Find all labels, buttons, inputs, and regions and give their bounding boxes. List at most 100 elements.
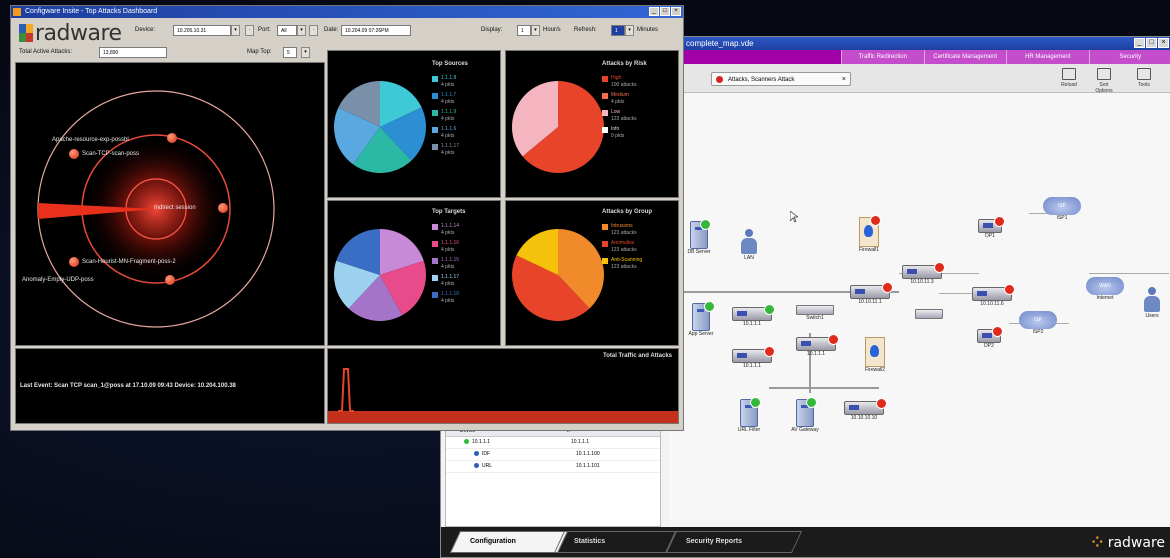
close-button[interactable]: ×: [1158, 38, 1169, 48]
radar-attack-label: Scan-TCP-scan-poss: [82, 151, 140, 157]
r6-node[interactable]: 10.10.10.10: [839, 398, 889, 421]
tree-row[interactable]: URL 10.1.1.101: [446, 461, 660, 473]
firewall1-node[interactable]: Firewall1: [849, 215, 889, 253]
r4-node[interactable]: [909, 309, 949, 319]
display-select[interactable]: 1: [517, 25, 531, 36]
minutes-label: Minutes: [637, 27, 659, 33]
x1-node[interactable]: 10.10.11.1: [845, 282, 895, 305]
node-label: Internet: [1096, 295, 1114, 301]
users-node[interactable]: Users: [1135, 287, 1169, 319]
tree-row[interactable]: IDF 10.1.1.100: [446, 449, 660, 461]
firewall2-node[interactable]: Firewall2: [855, 337, 895, 373]
tools-button[interactable]: Tools: [1131, 68, 1157, 90]
tab-statistics[interactable]: Statistics: [553, 531, 677, 553]
r2-node[interactable]: 10.1.1.1: [727, 346, 777, 369]
alert-dot-icon: [716, 76, 723, 83]
tab-configuration[interactable]: Configuration: [449, 531, 569, 553]
radware-logo: radware: [19, 21, 122, 46]
tab-security-reports[interactable]: Security Reports: [665, 531, 803, 553]
map-top-select[interactable]: 5: [283, 47, 297, 58]
dashboard-controls: radware Device: 10.205.10.31 ▾ · Port: A…: [11, 18, 683, 46]
menu-hr-management[interactable]: HR Management: [1006, 50, 1089, 64]
close-button[interactable]: ×: [671, 7, 681, 16]
legend-text: 1.1.1.17 4 pkts: [441, 274, 459, 288]
menu-traffic-redirection[interactable]: Traffic Redirection: [841, 50, 924, 64]
sort-options-button[interactable]: Sort Options: [1091, 68, 1117, 94]
legend-item: 1.1.1.14 4 pkts: [432, 223, 459, 237]
legend-swatch: [432, 110, 438, 116]
lan-node[interactable]: LAN: [729, 229, 769, 261]
legend-item: 1.1.1.17 4 pkts: [432, 274, 459, 288]
attack-marker[interactable]: [69, 257, 79, 267]
legend-sub: 4 pkts: [441, 264, 455, 270]
tab-close-icon[interactable]: ×: [842, 73, 846, 87]
switch1-node[interactable]: Switch1: [793, 305, 837, 321]
dashboard-title-bar: Configware Insite - Top Attacks Dashboar…: [11, 6, 683, 18]
node-label: DP1: [985, 233, 995, 239]
top-targets-legend: 1.1.1.14 4 pkts 1.1.1.16 4 pkts 1.1.1.15 4 pk…: [432, 223, 459, 308]
legend-item: 1.1.1.16 4 pkts: [432, 240, 459, 254]
app-server-node[interactable]: App Server: [679, 301, 723, 337]
router-node[interactable]: 10.10.11.3: [897, 262, 947, 285]
top-sources-panel: Top Sources 1.1.1.8 4 pkts 1.1.1.7 4 pkts 1.…: [327, 50, 501, 198]
r3-node[interactable]: 10.1.1.1: [791, 334, 841, 357]
isp2-node[interactable]: ISP ISP2: [1017, 311, 1059, 335]
dp1-node[interactable]: DP1: [969, 216, 1011, 239]
legend-text: Medium 4 pkts: [611, 92, 629, 106]
minimize-button[interactable]: _: [649, 7, 659, 16]
topology-canvas[interactable]: DB Server LAN Firewall1 ISP ISP1 DP1 10.…: [669, 93, 1170, 533]
port-select[interactable]: All: [277, 25, 297, 36]
tree-row[interactable]: 10.1.1.1 10.1.1.1: [446, 437, 660, 449]
node-label: DP2: [984, 343, 994, 349]
dp2-node[interactable]: DP2: [969, 326, 1009, 349]
r5-node[interactable]: 10.10.11.6: [967, 284, 1017, 307]
device-more-button[interactable]: ·: [245, 25, 254, 36]
maximize-button[interactable]: □: [660, 7, 670, 16]
refresh-dropdown-icon[interactable]: ▾: [625, 25, 634, 36]
urlfilter-node[interactable]: URL Filter: [731, 397, 767, 433]
attack-marker[interactable]: [218, 203, 228, 213]
menu-certificate-management[interactable]: Certificate Management: [923, 50, 1007, 64]
attack-marker[interactable]: [167, 133, 177, 143]
gateway-node[interactable]: AV Gateway: [785, 397, 825, 433]
attack-marker[interactable]: [165, 275, 175, 285]
db-server-node[interactable]: DB Server: [679, 219, 719, 255]
display-dropdown-icon[interactable]: ▾: [531, 25, 540, 36]
port-dropdown-icon[interactable]: ▾: [297, 25, 306, 36]
radar-attack-label: Anomaly-Empty-UDP-poss: [22, 277, 94, 283]
date-field[interactable]: 10.204.09 07:26PM: [341, 25, 411, 36]
radar-attack-label: Apache-resource-exp-possbl: [52, 137, 129, 143]
app-icon: [13, 8, 21, 16]
isp1-node[interactable]: ISP ISP1: [1041, 197, 1083, 221]
legend-swatch: [432, 127, 438, 133]
map-top-dropdown-icon[interactable]: ▾: [301, 47, 310, 58]
maximize-button[interactable]: □: [1146, 38, 1157, 48]
lan-icon: [740, 229, 758, 255]
port-label: Port:: [258, 27, 271, 33]
port-more-button[interactable]: ·: [309, 25, 318, 36]
legend-label: High: [611, 75, 622, 81]
minimize-button[interactable]: _: [1134, 38, 1145, 48]
refresh-select[interactable]: 1: [611, 25, 625, 36]
device-dropdown-icon[interactable]: ▾: [231, 25, 240, 36]
r1-node[interactable]: 10.1.1.1: [727, 304, 777, 327]
legend-swatch: [602, 127, 608, 133]
legend-swatch: [602, 241, 608, 247]
logo-text: radware: [35, 21, 122, 46]
node-label: Firewall1: [858, 247, 879, 253]
tab-attacks-scanners[interactable]: Attacks, Scanners Attack ×: [711, 72, 851, 86]
legend-item: 1.1.1.6 4 pkts: [432, 126, 459, 140]
internet-node[interactable]: WAN Internet: [1081, 277, 1129, 301]
device-select[interactable]: 10.205.10.31: [173, 25, 231, 36]
tab-label: Attacks, Scanners Attack: [728, 77, 795, 83]
reload-label: Reload: [1061, 82, 1077, 88]
legend-text: 1.1.1.15 4 pkts: [441, 257, 459, 271]
attack-marker[interactable]: [69, 149, 79, 159]
menu-security[interactable]: Security: [1088, 50, 1170, 64]
legend-label: 1.1.1.6: [441, 126, 457, 132]
node-label: 10.1.1.1: [742, 363, 762, 369]
legend-label: 1.1.1.16: [441, 240, 460, 246]
reload-button[interactable]: Reload: [1056, 68, 1082, 90]
legend-text: 1.1.1.7 4 pkts: [441, 92, 456, 106]
tab-configuration-label: Configuration: [470, 538, 516, 545]
